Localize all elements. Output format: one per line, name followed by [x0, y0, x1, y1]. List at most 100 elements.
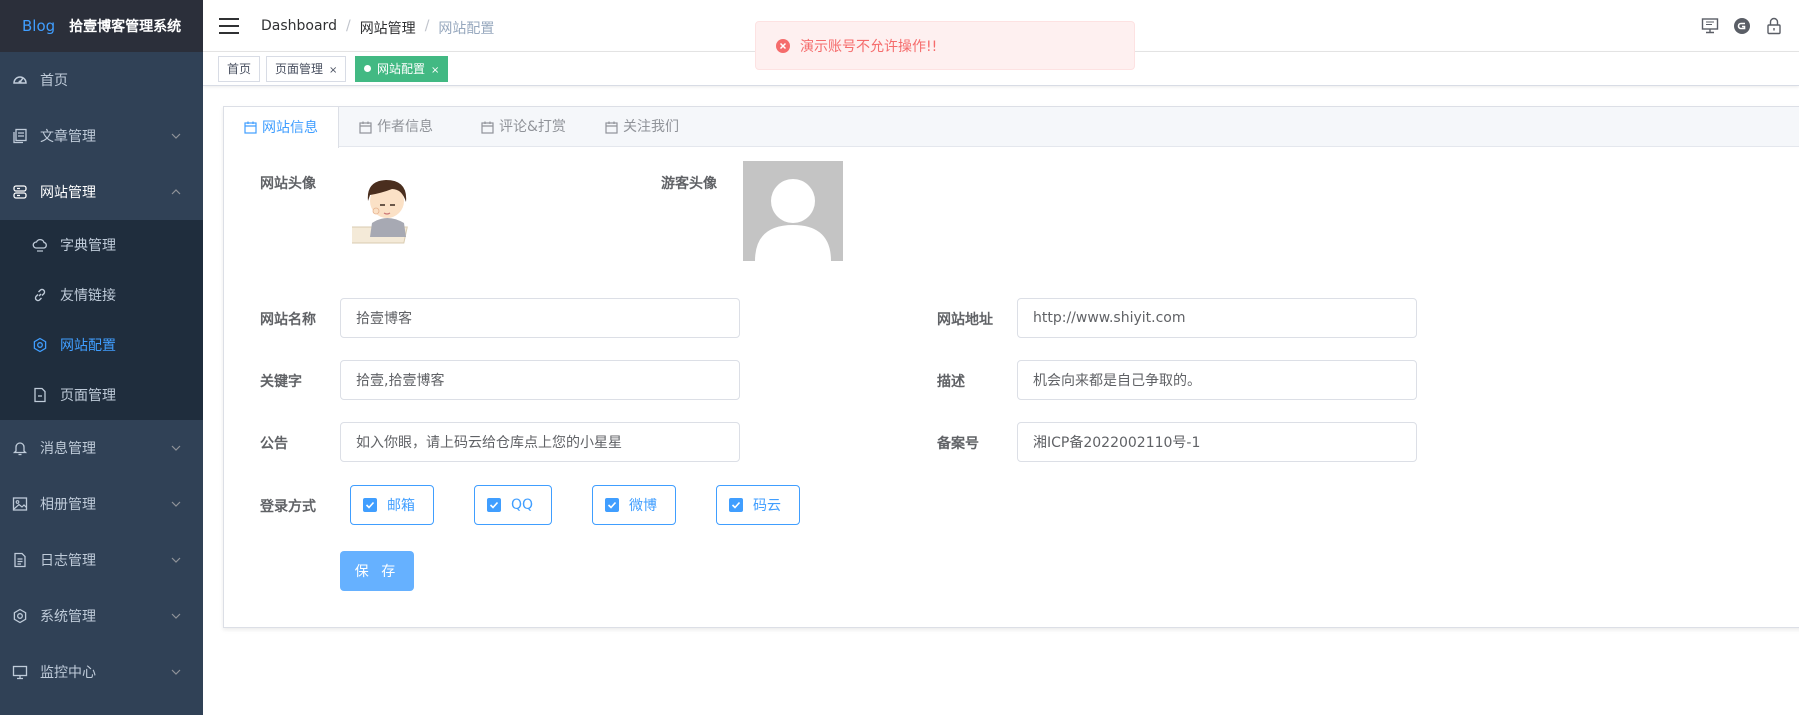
gear-icon — [32, 337, 48, 353]
keywords-label: 关键字 — [260, 374, 302, 390]
breadcrumb-separator: / — [424, 18, 430, 34]
checkbox-checked-icon — [605, 498, 619, 512]
checkbox-checked-icon — [487, 498, 501, 512]
sidebar-item-label: 系统管理 — [40, 609, 96, 625]
notice-label: 公告 — [260, 436, 288, 452]
chevron-down-icon — [171, 667, 181, 677]
tab-label: 评论&打赏 — [499, 119, 566, 135]
login-checkbox-weibo[interactable]: 微博 — [592, 485, 676, 525]
calendar-icon — [244, 121, 257, 134]
sidebar-item-label: 友情链接 — [60, 288, 116, 304]
tag-pages[interactable]: 页面管理 × — [266, 56, 347, 82]
site-name-input[interactable] — [340, 298, 740, 338]
icp-label: 备案号 — [937, 436, 979, 452]
sidebar-item-messages[interactable]: 消息管理 — [0, 420, 203, 476]
login-method-label: 登录方式 — [260, 499, 316, 515]
tag-home[interactable]: 首页 — [218, 56, 261, 82]
setting-icon — [12, 608, 28, 624]
sidebar-item-label: 页面管理 — [60, 388, 116, 404]
cloud-icon — [32, 237, 48, 253]
screen-icon[interactable] — [1701, 17, 1719, 35]
save-button[interactable]: 保 存 — [340, 551, 414, 591]
logo-prefix: Blog — [22, 17, 56, 35]
tab-follow-us[interactable]: 关注我们 — [585, 107, 699, 147]
chevron-down-icon — [171, 611, 181, 621]
sidebar-item-site[interactable]: 网站管理 — [0, 164, 203, 220]
error-circle-icon — [776, 38, 790, 53]
checkbox-checked-icon — [729, 498, 743, 512]
sidebar-item-label: 文章管理 — [40, 129, 96, 145]
site-logo-image[interactable] — [352, 167, 422, 249]
login-checkbox-email[interactable]: 邮箱 — [350, 485, 434, 525]
notice-input[interactable] — [340, 422, 740, 462]
tag-site-config[interactable]: 网站配置 × — [355, 56, 449, 82]
tag-label: 网站配置 — [377, 62, 426, 76]
document-copy-icon — [12, 128, 28, 144]
calendar-icon — [359, 121, 372, 134]
github-icon[interactable] — [1733, 17, 1751, 35]
monitor-icon — [12, 664, 28, 680]
checkbox-label: 码云 — [753, 498, 781, 514]
tab-label: 关注我们 — [623, 119, 679, 135]
breadcrumb: Dashboard / 网站管理 / 网站配置 — [261, 18, 494, 38]
sidebar-item-system[interactable]: 系统管理 — [0, 588, 203, 644]
chevron-down-icon — [171, 443, 181, 453]
sidebar-item-pages[interactable]: 页面管理 — [0, 370, 203, 420]
sidebar-logo[interactable]: Blog 拾壹博客管理系统 — [0, 0, 203, 52]
icp-input[interactable] — [1017, 422, 1417, 462]
sidebar-item-home[interactable]: 首页 — [0, 52, 203, 108]
chevron-up-icon — [171, 187, 181, 197]
logo-title: 拾壹博客管理系统 — [69, 19, 182, 35]
sidebar-item-monitor[interactable]: 监控中心 — [0, 644, 203, 700]
site-url-input[interactable] — [1017, 298, 1417, 338]
sidebar-item-label: 消息管理 — [40, 441, 96, 457]
chevron-down-icon — [171, 555, 181, 565]
error-message: 演示账号不允许操作!! — [755, 21, 1135, 70]
description-input[interactable] — [1017, 360, 1417, 400]
tag-label: 页面管理 — [275, 62, 324, 76]
sidebar-item-label: 监控中心 — [40, 665, 96, 681]
file-icon — [12, 552, 28, 568]
login-checkbox-gitee[interactable]: 码云 — [716, 485, 800, 525]
sidebar-item-articles[interactable]: 文章管理 — [0, 108, 203, 164]
sidebar-item-site-config[interactable]: 网站配置 — [0, 320, 203, 370]
tab-label: 作者信息 — [377, 119, 433, 135]
tab-comment-reward[interactable]: 评论&打赏 — [461, 107, 586, 147]
sidebar-item-dictionary[interactable]: 字典管理 — [0, 220, 203, 270]
sidebar-item-label: 网站管理 — [40, 185, 96, 201]
hamburger-icon[interactable] — [219, 17, 239, 35]
sidebar-item-album[interactable]: 相册管理 — [0, 476, 203, 532]
login-checkbox-qq[interactable]: QQ — [474, 485, 552, 525]
guest-avatar-label: 游客头像 — [661, 176, 717, 192]
sidebar-item-logs[interactable]: 日志管理 — [0, 532, 203, 588]
chevron-down-icon — [171, 131, 181, 141]
tab-site-info[interactable]: 网站信息 — [224, 107, 339, 148]
sidebar-item-label: 日志管理 — [40, 553, 96, 569]
picture-icon — [12, 496, 28, 512]
guest-avatar-image[interactable] — [743, 161, 843, 261]
page-icon — [32, 387, 48, 403]
tab-label: 网站信息 — [262, 119, 318, 136]
sidebar: Blog 拾壹博客管理系统 首页 文章管理 网站管理 字典管理 友情链接 网站配… — [0, 0, 203, 715]
sidebar-item-label: 相册管理 — [40, 497, 96, 513]
keywords-input[interactable] — [340, 360, 740, 400]
checkbox-label: 邮箱 — [387, 498, 415, 514]
calendar-icon — [481, 121, 494, 134]
tab-bar: 网站信息 作者信息 评论&打赏 关注我们 — [224, 107, 1799, 148]
sidebar-item-label: 首页 — [40, 73, 68, 89]
sidebar-item-links[interactable]: 友情链接 — [0, 270, 203, 320]
lock-icon[interactable] — [1765, 17, 1783, 35]
server-icon — [12, 184, 28, 200]
breadcrumb-item[interactable]: Dashboard — [261, 18, 337, 38]
bell-icon — [12, 440, 28, 456]
tag-label: 首页 — [227, 62, 252, 76]
dashboard-icon — [12, 72, 28, 88]
breadcrumb-current: 网站配置 — [438, 21, 495, 37]
close-icon[interactable]: × — [431, 65, 439, 76]
tab-author-info[interactable]: 作者信息 — [339, 107, 453, 147]
calendar-icon — [605, 121, 618, 134]
breadcrumb-item[interactable]: 网站管理 — [360, 18, 416, 38]
close-icon[interactable]: × — [329, 65, 337, 76]
checkbox-label: QQ — [511, 497, 534, 513]
config-card: 网站信息 作者信息 评论&打赏 关注我们 网站头像 游客头像 网站名称 拾壹博客… — [223, 106, 1799, 628]
